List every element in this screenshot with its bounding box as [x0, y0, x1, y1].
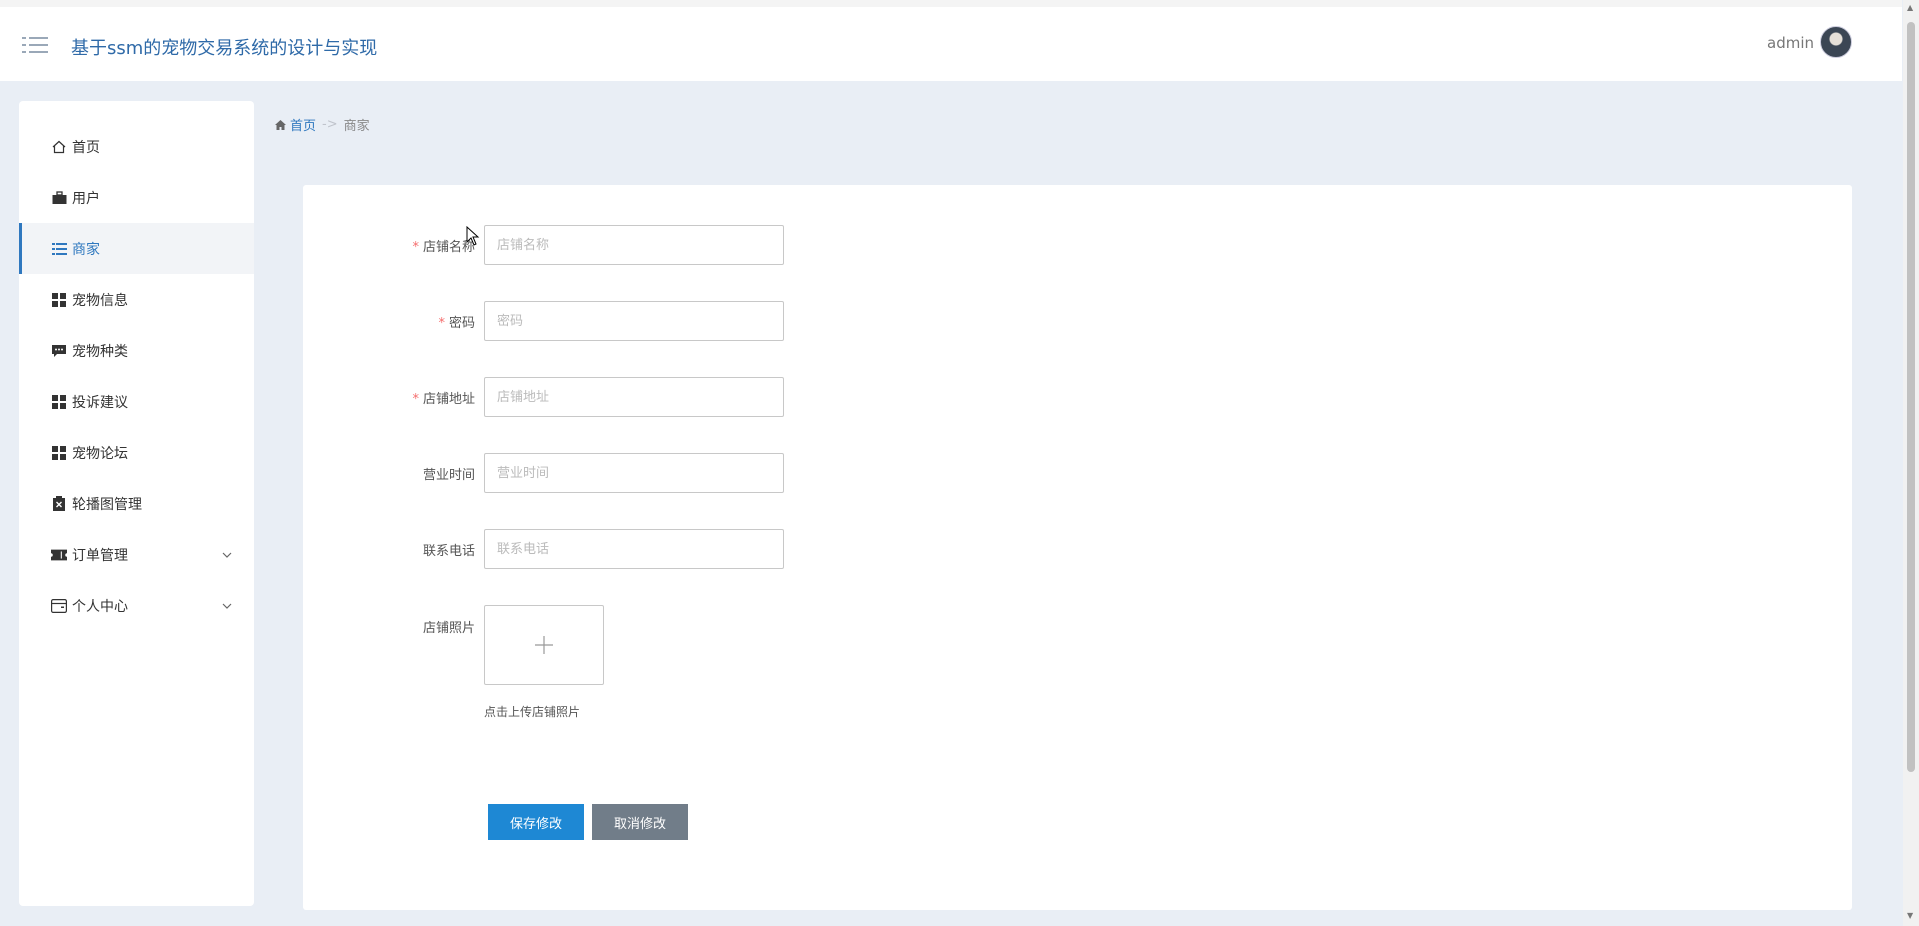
sidebar-item-orders[interactable]: 订单管理 [19, 529, 254, 580]
list-icon [51, 241, 67, 257]
required-mark: * [438, 316, 445, 331]
field-business-hours: 营业时间 [303, 453, 1103, 493]
sidebar-item-label: 个人中心 [72, 598, 128, 615]
breadcrumb-home[interactable]: 首页 [290, 115, 316, 134]
sidebar-item-label: 宠物论坛 [72, 445, 128, 462]
required-mark: * [412, 392, 419, 407]
field-label: * 密码 [438, 316, 475, 331]
sidebar-item-complaints[interactable]: 投诉建议 [19, 376, 254, 427]
field-label: 联系电话 [422, 544, 475, 559]
chevron-down-icon [222, 599, 232, 609]
field-label: * 店铺地址 [412, 392, 475, 407]
app-title: 基于ssm的宠物交易系统的设计与实现 [71, 38, 378, 59]
field-shop-photo: 店铺照片 点击上传店铺照片 [303, 605, 1103, 735]
sidebar: 首页 用户 商家 宠物信息 宠物种类 投诉建议 宠物论坛 轮播图管理 订单管理 … [19, 101, 254, 906]
sidebar-item-label: 轮播图管理 [72, 496, 142, 513]
breadcrumb-separator: -> [322, 117, 338, 132]
sidebar-item-pet-types[interactable]: 宠物种类 [19, 325, 254, 376]
sidebar-item-merchants[interactable]: 商家 [19, 223, 254, 274]
field-phone: 联系电话 [303, 529, 1103, 569]
briefcase-icon [51, 190, 67, 206]
top-bar: 基于ssm的宠物交易系统的设计与实现 admin [0, 0, 1902, 81]
password-input[interactable] [484, 301, 784, 341]
wallet-icon [51, 598, 67, 614]
phone-input[interactable] [484, 529, 784, 569]
sidebar-item-label: 首页 [72, 139, 100, 156]
chevron-down-icon [222, 548, 232, 558]
required-mark: * [412, 240, 419, 255]
upload-hint: 点击上传店铺照片 [484, 705, 581, 719]
sidebar-item-forum[interactable]: 宠物论坛 [19, 427, 254, 478]
plus-icon [535, 636, 553, 654]
sidebar-item-label: 商家 [72, 241, 100, 258]
sidebar-item-label: 宠物信息 [72, 292, 128, 309]
scroll-up-icon[interactable]: ▲ [1907, 4, 1915, 12]
photo-upload-button[interactable] [484, 605, 604, 685]
user-name[interactable]: admin [1767, 34, 1814, 52]
comment-icon [51, 343, 67, 359]
clipboard-icon [51, 496, 67, 512]
sidebar-item-pet-info[interactable]: 宠物信息 [19, 274, 254, 325]
grid-icon [51, 292, 67, 308]
sidebar-item-profile[interactable]: 个人中心 [19, 580, 254, 631]
sidebar-item-label: 宠物种类 [72, 343, 128, 360]
home-icon [51, 139, 67, 155]
scrollbar[interactable]: ▲ ▼ [1903, 0, 1919, 926]
breadcrumb-current: 商家 [343, 119, 370, 134]
scroll-down-icon[interactable]: ▼ [1907, 912, 1915, 920]
field-label: 营业时间 [422, 468, 475, 483]
field-shop-name: * 店铺名称 [303, 225, 1103, 265]
field-label: 店铺照片 [422, 621, 475, 636]
field-shop-address: * 店铺地址 [303, 377, 1103, 417]
form-panel: *店铺名称 *密码 *店铺地址 营业时间 联系电话 店铺照片 点击上传店铺照片 … [303, 185, 1852, 910]
grid-icon [51, 394, 67, 410]
sidebar-item-home[interactable]: 首页 [19, 121, 254, 172]
shop-name-input[interactable] [484, 225, 784, 265]
sidebar-item-carousel[interactable]: 轮播图管理 [19, 478, 254, 529]
shop-address-input[interactable] [484, 377, 784, 417]
mouse-cursor-icon [466, 226, 480, 246]
sidebar-item-users[interactable]: 用户 [19, 172, 254, 223]
cancel-button[interactable]: 取消修改 [592, 804, 688, 840]
grid-icon [51, 445, 67, 461]
ticket-icon [51, 547, 67, 563]
avatar[interactable] [1820, 26, 1852, 58]
sidebar-item-label: 用户 [72, 190, 100, 207]
breadcrumb: 首页 -> 商家 [275, 115, 370, 134]
field-password: * 密码 [303, 301, 1103, 341]
sidebar-item-label: 投诉建议 [72, 394, 128, 411]
save-button[interactable]: 保存修改 [488, 804, 584, 840]
home-icon [275, 119, 286, 130]
scrollbar-thumb[interactable] [1907, 22, 1915, 772]
menu-toggle-icon[interactable] [22, 34, 48, 58]
sidebar-item-label: 订单管理 [72, 547, 128, 564]
business-hours-input[interactable] [484, 453, 784, 493]
